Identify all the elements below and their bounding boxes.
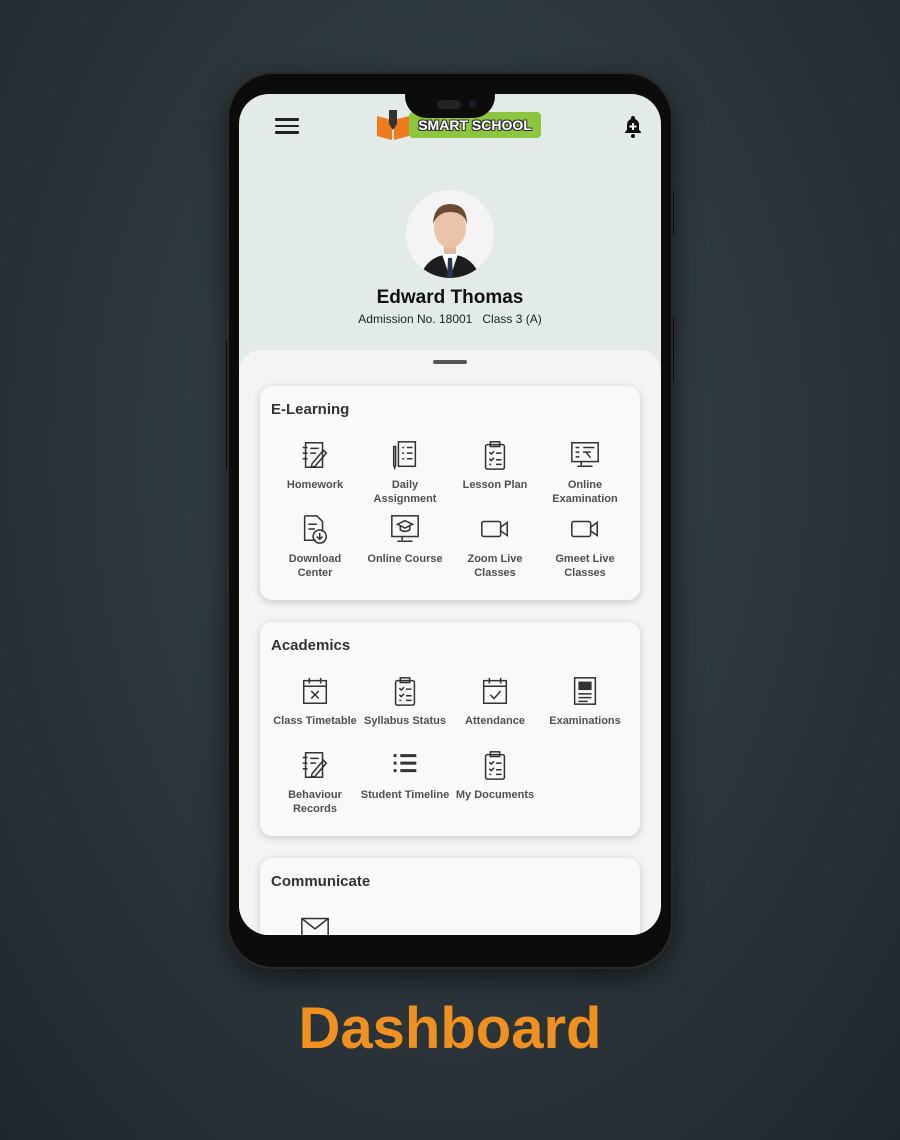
monitor-exam-icon: [571, 442, 599, 468]
clipboard-icon: [394, 677, 416, 706]
menu-item-online-examination[interactable]: Online Examination: [540, 438, 630, 512]
checklist-icon: [392, 441, 417, 471]
menu-item-label: Lesson Plan: [462, 479, 528, 491]
menu-item-label: Attendance: [465, 715, 525, 727]
calendar-x-icon: [302, 677, 328, 704]
menu-item-gmeet-live-classes[interactable]: Gmeet Live Classes: [540, 512, 630, 586]
list-icon: [393, 754, 417, 773]
page-caption: Dashboard: [298, 996, 602, 1061]
menu-item-behaviour-records[interactable]: Behaviour Records: [270, 748, 360, 822]
mail-icon: [301, 917, 329, 935]
menu-item-my-documents[interactable]: My Documents: [450, 748, 540, 822]
menu-item-label: Gmeet Live Classes: [555, 553, 615, 579]
menu-item-label: My Documents: [455, 789, 535, 801]
section-title: E-Learning: [271, 401, 350, 418]
menu-item-label: Homework: [286, 479, 344, 491]
menu-item-label: Examinations: [549, 715, 621, 727]
monitor-graduation-icon: [391, 515, 419, 542]
avatar: [406, 190, 494, 278]
menu-item-homework[interactable]: Homework: [270, 438, 360, 512]
notebook-pen-icon: [302, 752, 328, 779]
menu-item-download-center[interactable]: Download Center: [270, 512, 360, 586]
bell-plus-icon[interactable]: [621, 114, 645, 138]
menu-item-label: Syllabus Status: [364, 715, 446, 727]
video-camera-icon: [481, 520, 508, 538]
menu-item-online-course[interactable]: Online Course: [360, 512, 450, 586]
section-title: Communicate: [271, 873, 371, 890]
section-title: Academics: [271, 637, 351, 654]
drag-handle[interactable]: [433, 360, 467, 364]
menu-item-examinations[interactable]: Examinations: [540, 674, 630, 748]
clipboard-icon: [484, 751, 506, 780]
camera-notch: [405, 94, 495, 118]
hamburger-icon[interactable]: [275, 118, 299, 134]
student-name: Edward Thomas: [376, 287, 524, 308]
book-pen-icon: [377, 110, 409, 140]
menu-item-label: Class Timetable: [273, 715, 357, 727]
menu-item-label: Online Course: [367, 553, 443, 565]
menu-item-lesson-plan[interactable]: Lesson Plan: [450, 438, 540, 512]
menu-item-label: Daily Assignment: [373, 479, 437, 505]
section-communicate: Communicate: [260, 858, 640, 935]
notebook-pen-icon: [302, 442, 328, 469]
clipboard-icon: [484, 441, 506, 470]
menu-item-label: Behaviour Records: [288, 789, 342, 815]
section-academics: Academics Class Timetable Syllabus Status A…: [260, 622, 640, 836]
menu-item-student-timeline[interactable]: Student Timeline: [360, 748, 450, 822]
menu-item-zoom-live-classes[interactable]: Zoom Live Classes: [450, 512, 540, 586]
menu-item-mail-icon[interactable]: [270, 910, 360, 935]
menu-item-label: Online Examination: [552, 479, 618, 505]
class-label: Class 3 (A): [482, 312, 542, 326]
admission-number: Admission No. 18001: [358, 312, 473, 326]
menu-item-label: Zoom Live Classes: [467, 553, 523, 579]
grade-report-icon: [573, 677, 597, 705]
section-e-learning: E-Learning Homework Daily Assignment Lesson…: [260, 386, 640, 600]
menu-item-daily-assignment[interactable]: Daily Assignment: [360, 438, 450, 512]
menu-item-syllabus-status[interactable]: Syllabus Status: [360, 674, 450, 748]
student-meta: Admission No. 18001 Class 3 (A): [239, 312, 661, 326]
file-download-icon: [303, 515, 328, 544]
dashboard-sheet: E-Learning Homework Daily Assignment Lesson…: [239, 350, 661, 935]
app-screen: SMART SCHOOL Edward Thomas Admission No.…: [239, 94, 661, 935]
calendar-check-icon: [482, 677, 508, 704]
video-camera-icon: [571, 520, 598, 538]
menu-item-label: Download Center: [288, 553, 342, 579]
menu-item-label: Student Timeline: [360, 789, 450, 801]
menu-item-attendance[interactable]: Attendance: [450, 674, 540, 748]
menu-item-class-timetable[interactable]: Class Timetable: [270, 674, 360, 748]
